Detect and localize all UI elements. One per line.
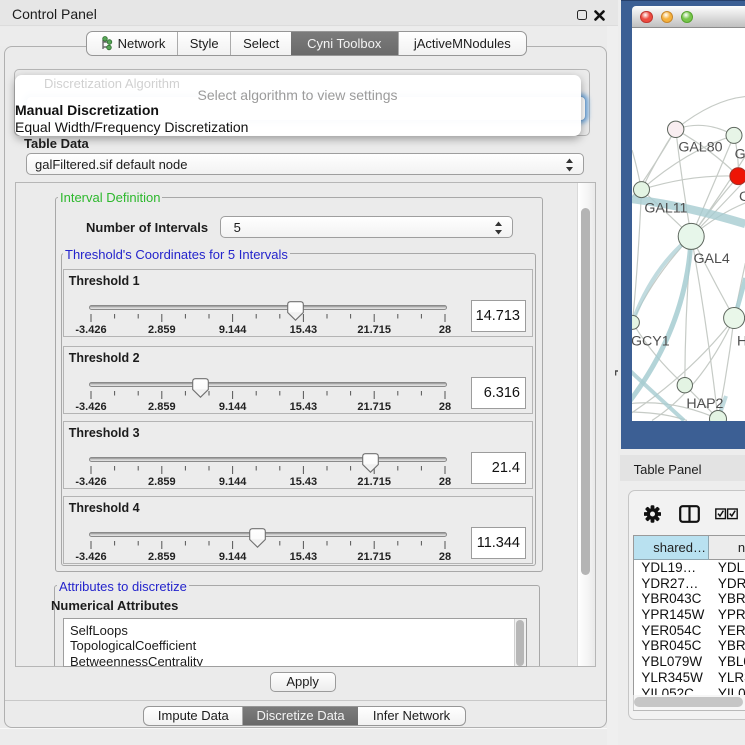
svg-text:GAL80: GAL80 [678, 139, 722, 155]
svg-text:GA: GA [734, 146, 745, 162]
svg-text:H: H [737, 333, 745, 349]
svg-text:GAL4: GAL4 [693, 251, 729, 267]
svg-text:HAP2: HAP2 [686, 396, 723, 412]
svg-text:GCY1: GCY1 [632, 333, 670, 349]
svg-text:C: C [739, 189, 745, 205]
svg-text:GAL11: GAL11 [644, 200, 687, 216]
